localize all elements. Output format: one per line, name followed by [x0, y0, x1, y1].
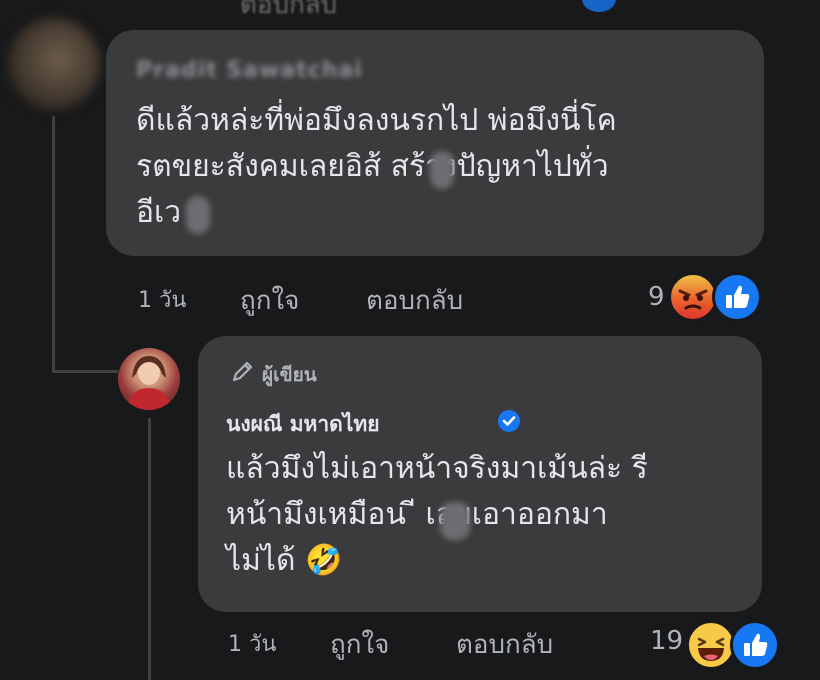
previous-reaction-badge — [582, 0, 616, 12]
author-avatar[interactable] — [118, 348, 180, 410]
reaction-count[interactable]: 19 — [650, 626, 683, 656]
like-button[interactable]: ถูกใจ — [330, 624, 389, 665]
reply-button[interactable]: ตอบกลับ — [366, 280, 463, 321]
thread-line — [52, 116, 55, 372]
avatar[interactable] — [8, 18, 100, 110]
comment-author[interactable]: นงผณี มหาดไทย — [226, 408, 380, 441]
comment-text: แล้วมึงไม่เอาหน้าจริงมาเม้นล่ะ รี หน้ามึ… — [226, 451, 648, 578]
redaction-blur — [186, 196, 210, 234]
reaction-count[interactable]: 9 — [648, 282, 665, 312]
angry-icon[interactable] — [668, 272, 718, 322]
like-icon[interactable] — [730, 620, 780, 670]
comment-timestamp[interactable]: 1 วัน — [228, 626, 276, 661]
reply-button[interactable]: ตอบกลับ — [456, 624, 553, 665]
verified-icon — [496, 408, 522, 438]
thread-line — [148, 418, 151, 680]
comment-timestamp[interactable]: 1 วัน — [138, 282, 186, 317]
comment-author[interactable]: Pradit Sawatchai — [136, 58, 363, 83]
previous-reply-button[interactable]: ตอบกลับ — [240, 0, 337, 25]
author-badge: ผู้เขียน — [262, 364, 317, 386]
like-icon[interactable] — [712, 272, 762, 322]
redaction-blur — [430, 151, 454, 189]
haha-icon[interactable] — [686, 620, 736, 670]
redaction-blur — [440, 502, 470, 540]
like-button[interactable]: ถูกใจ — [240, 280, 299, 321]
thread-connector — [52, 370, 118, 373]
pen-icon — [230, 358, 256, 388]
